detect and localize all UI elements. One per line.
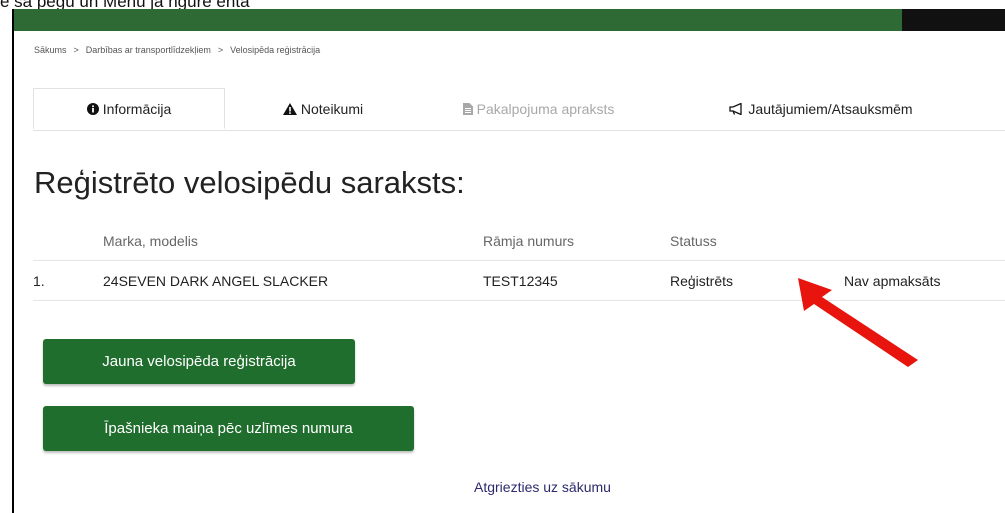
back-to-home-link[interactable]: Atgriezties uz sākumu <box>474 479 611 495</box>
breadcrumb-home[interactable]: Sākums <box>34 45 67 55</box>
warning-icon <box>282 102 297 115</box>
tab-information-label: Informācija <box>102 100 172 117</box>
tab-rules[interactable]: Noteikumi <box>225 88 421 129</box>
info-circle-icon <box>86 102 99 115</box>
page-title: Reģistrēto velosipēdu saraksts: <box>34 165 465 200</box>
breadcrumb: Sākums > Darbības ar transportlīdzekļiem > V… <box>34 45 320 55</box>
breadcrumb-vehicle-actions[interactable]: Darbības ar transportlīdzekļiem <box>86 45 211 55</box>
tab-rules-label: Noteikumi <box>300 100 364 117</box>
megaphone-icon <box>729 102 744 115</box>
column-header-frame-number: Rāmja numurs <box>483 233 575 249</box>
row-number: 1. <box>33 272 45 289</box>
red-arrow-annotation <box>798 278 918 367</box>
breadcrumb-separator: > <box>217 45 224 55</box>
column-header-status: Statuss <box>670 233 717 249</box>
breadcrumb-current: Velosipēda reģistrācija <box>230 45 321 55</box>
tab-information[interactable]: Informācija <box>33 88 225 129</box>
new-bike-registration-button[interactable]: Jauna velosipēda reģistrācija <box>43 339 355 384</box>
breadcrumb-separator: > <box>73 45 79 55</box>
tab-bar: Informācija Noteikumi Pakalpojuma apraks… <box>33 88 1005 131</box>
column-header-model: Marka, modelis <box>103 233 198 249</box>
status-value: Reģistrēts <box>670 272 734 289</box>
site-header-bar <box>12 9 902 31</box>
table-header: Marka, modelis Rāmja numurs Statuss <box>33 222 1005 261</box>
site-header-dark-segment <box>902 9 1005 31</box>
frame-left-border <box>12 9 14 513</box>
frame-number: TEST12345 <box>483 272 558 289</box>
tab-feedback[interactable]: Jautājumiem/Atsauksmēm <box>656 88 986 129</box>
bike-model: 24SEVEN DARK ANGEL SLACKER <box>103 272 329 289</box>
owner-change-button[interactable]: Īpašnieka maiņa pēc uzlīmes numura <box>43 406 414 451</box>
tab-feedback-label: Jautājumiem/Atsauksmēm <box>748 100 913 117</box>
file-icon <box>462 102 473 115</box>
tab-service-description-label: Pakalpojuma apraksts <box>476 100 615 117</box>
tab-service-description: Pakalpojuma apraksts <box>421 88 656 129</box>
